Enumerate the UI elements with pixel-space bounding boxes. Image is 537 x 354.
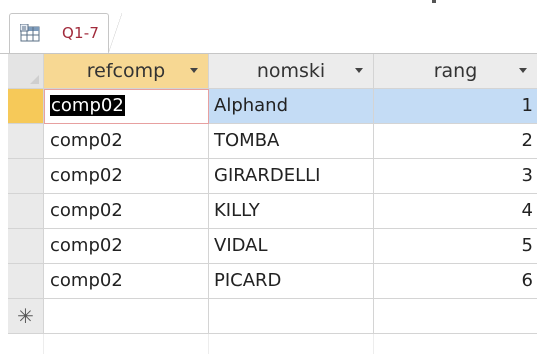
table-cell-nomski[interactable]: Alphand bbox=[209, 89, 374, 124]
column-header-refcomp[interactable]: refcomp bbox=[44, 54, 209, 89]
table-cell-rang[interactable]: 1 bbox=[374, 89, 537, 124]
record-selector[interactable] bbox=[8, 159, 44, 194]
table-cell-rang[interactable]: 3 bbox=[374, 159, 537, 194]
empty-grid-area bbox=[8, 334, 537, 354]
table-cell-nomski[interactable]: KILLY bbox=[209, 194, 374, 229]
table-row[interactable]: comp02 TOMBA 2 bbox=[8, 124, 537, 159]
record-selector[interactable] bbox=[8, 264, 44, 299]
new-record-icon[interactable]: ✳ bbox=[8, 299, 44, 334]
tab-query[interactable]: Q1-7 bbox=[9, 13, 122, 54]
table-cell-refcomp[interactable]: comp02 bbox=[44, 124, 209, 159]
table-row[interactable]: comp02 VIDAL 5 bbox=[8, 229, 537, 264]
datasheet-window: Q1-7 refcomp nomski rang comp02 Alphand … bbox=[0, 0, 537, 354]
select-all-corner-icon bbox=[30, 75, 39, 84]
table-cell-refcomp[interactable]: comp02 bbox=[44, 264, 209, 299]
table-cell-refcomp[interactable]: comp02 bbox=[44, 89, 209, 124]
table-cell-refcomp[interactable]: comp02 bbox=[44, 159, 209, 194]
query-icon bbox=[19, 23, 40, 42]
dropdown-arrow-icon[interactable] bbox=[355, 68, 363, 73]
dropdown-arrow-icon[interactable] bbox=[519, 68, 527, 73]
grid-filler bbox=[44, 334, 209, 354]
column-header-label: nomski bbox=[256, 60, 326, 82]
record-selector[interactable] bbox=[8, 124, 44, 159]
table-cell-rang[interactable]: 2 bbox=[374, 124, 537, 159]
grid-filler bbox=[209, 334, 374, 354]
record-selector[interactable] bbox=[8, 89, 44, 124]
table-row[interactable]: comp02 GIRARDELLI 3 bbox=[8, 159, 537, 194]
table-cell-rang[interactable]: 4 bbox=[374, 194, 537, 229]
tab-label: Q1-7 bbox=[62, 24, 100, 42]
column-header-label: rang bbox=[433, 60, 478, 82]
selected-cell-text: comp02 bbox=[50, 95, 125, 116]
select-all-button[interactable] bbox=[8, 54, 44, 89]
table-row[interactable]: comp02 KILLY 4 bbox=[8, 194, 537, 229]
table-cell-refcomp[interactable]: comp02 bbox=[44, 229, 209, 264]
record-selector[interactable] bbox=[8, 229, 44, 264]
column-header-row: refcomp nomski rang bbox=[8, 54, 537, 89]
dropdown-arrow-icon[interactable] bbox=[190, 68, 198, 73]
table-cell-refcomp[interactable]: comp02 bbox=[44, 194, 209, 229]
tab-strip: Q1-7 bbox=[0, 0, 537, 54]
table-cell-nomski[interactable]: GIRARDELLI bbox=[209, 159, 374, 194]
table-cell-rang[interactable]: 6 bbox=[374, 264, 537, 299]
table-cell-nomski[interactable]: VIDAL bbox=[209, 229, 374, 264]
new-record-row[interactable]: ✳ bbox=[8, 299, 537, 334]
table-row[interactable]: comp02 Alphand 1 bbox=[8, 89, 537, 124]
table-cell-refcomp[interactable] bbox=[44, 299, 209, 334]
title-bar-fragment bbox=[432, 0, 436, 3]
table-cell-nomski[interactable]: PICARD bbox=[209, 264, 374, 299]
column-header-label: refcomp bbox=[86, 60, 166, 82]
grid-filler bbox=[8, 334, 44, 354]
datasheet-grid: refcomp nomski rang comp02 Alphand 1 com… bbox=[8, 54, 537, 354]
table-cell-rang[interactable] bbox=[374, 299, 537, 334]
record-selector[interactable] bbox=[8, 194, 44, 229]
column-header-nomski[interactable]: nomski bbox=[209, 54, 374, 89]
column-header-rang[interactable]: rang bbox=[374, 54, 537, 89]
table-row[interactable]: comp02 PICARD 6 bbox=[8, 264, 537, 299]
table-cell-nomski[interactable]: TOMBA bbox=[209, 124, 374, 159]
table-cell-nomski[interactable] bbox=[209, 299, 374, 334]
table-cell-rang[interactable]: 5 bbox=[374, 229, 537, 264]
